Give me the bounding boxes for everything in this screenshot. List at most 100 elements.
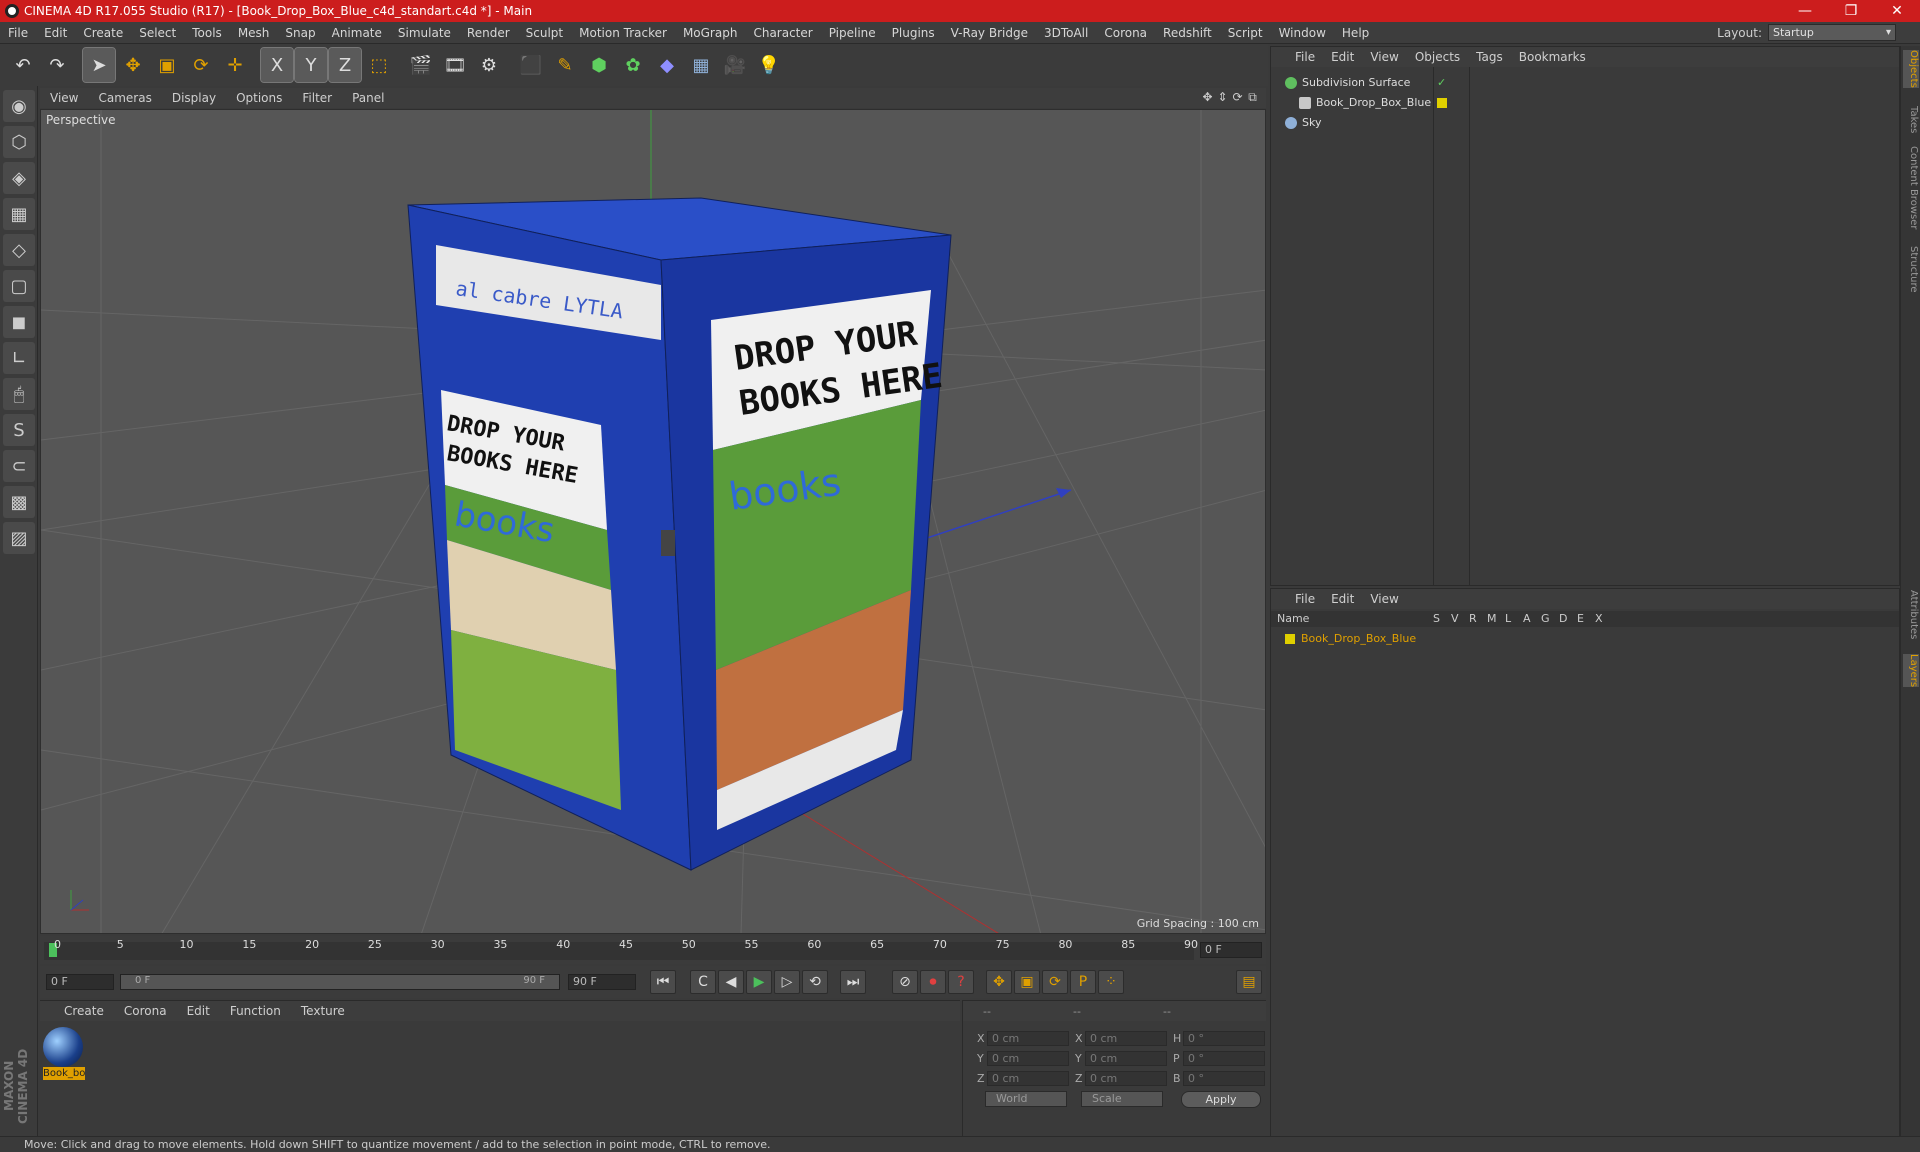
make-editable-icon[interactable]: ◉ xyxy=(3,90,35,122)
menu-file[interactable]: File xyxy=(0,22,36,44)
mograph-array-icon[interactable]: ✿ xyxy=(617,48,649,82)
restore-button[interactable]: ❐ xyxy=(1828,0,1874,22)
key-pla-icon[interactable]: ⁘ xyxy=(1098,970,1124,994)
rot-h-field[interactable]: 0 ° xyxy=(1183,1031,1265,1046)
edges-mode-icon[interactable]: ▢ xyxy=(3,270,35,302)
axis-z-button[interactable]: Z xyxy=(328,47,362,83)
model-mode-icon[interactable]: ⬡ xyxy=(3,126,35,158)
deformer-icon[interactable]: ◆ xyxy=(651,48,683,82)
material-menu-create[interactable]: Create xyxy=(54,1004,114,1018)
zoom-icon[interactable]: ⇕ xyxy=(1215,90,1230,105)
menu-vray-bridge[interactable]: V-Ray Bridge xyxy=(943,22,1036,44)
cube-primitive-icon[interactable]: ⬛ xyxy=(515,48,547,82)
coord-mode-dropdown[interactable]: World xyxy=(985,1091,1067,1107)
lock-workplane-icon[interactable]: ▩ xyxy=(3,486,35,518)
axis-y-button[interactable]: Y xyxy=(294,47,328,83)
toggle-view-icon[interactable]: ⧉ xyxy=(1245,90,1260,105)
axis-x-button[interactable]: X xyxy=(260,47,294,83)
layout-dropdown[interactable]: Startup xyxy=(1768,24,1896,41)
subdivision-nurbs-icon[interactable]: ⬢ xyxy=(583,48,615,82)
pos-y-field[interactable]: 0 cm xyxy=(987,1051,1069,1066)
size-z-field[interactable]: 0 cm xyxy=(1085,1071,1167,1086)
key-parameter-icon[interactable]: P xyxy=(1070,970,1096,994)
layers-menu-edit[interactable]: Edit xyxy=(1323,592,1362,606)
rot-b-field[interactable]: 0 ° xyxy=(1183,1071,1265,1086)
objects-menu-tags[interactable]: Tags xyxy=(1468,50,1511,64)
record-keys-icon[interactable]: ⏺ xyxy=(920,970,946,994)
solo-mode-icon[interactable]: S xyxy=(3,414,35,446)
3d-viewport[interactable]: al cabre LYTLA DROP YOUR BOOKS HERE DROP… xyxy=(40,109,1266,934)
redo-icon[interactable]: ↷ xyxy=(41,48,73,82)
layers-menu-view[interactable]: View xyxy=(1362,592,1406,606)
tab-takes[interactable]: Takes xyxy=(1903,106,1919,133)
tab-layers[interactable]: Layers xyxy=(1903,654,1919,688)
material-swatch[interactable]: Book_bo xyxy=(43,1027,85,1081)
layers-menu-file[interactable]: File xyxy=(1287,592,1323,606)
object-row-book-drop-box[interactable]: Book_Drop_Box_Blue xyxy=(1271,93,1891,112)
axis-mode-icon[interactable]: ∟ xyxy=(3,342,35,374)
key-rotation-icon[interactable]: ⟳ xyxy=(1042,970,1068,994)
render-settings-icon[interactable]: ⚙ xyxy=(473,48,505,82)
menu-snap[interactable]: Snap xyxy=(277,22,323,44)
menu-select[interactable]: Select xyxy=(131,22,184,44)
pos-x-field[interactable]: 0 cm xyxy=(987,1031,1069,1046)
size-x-field[interactable]: 0 cm xyxy=(1085,1031,1167,1046)
menu-script[interactable]: Script xyxy=(1220,22,1271,44)
viewport-menu-view[interactable]: View xyxy=(40,91,88,105)
key-position-icon[interactable]: ✥ xyxy=(986,970,1012,994)
loop-icon[interactable]: ⟲ xyxy=(802,970,828,994)
objects-menu-edit[interactable]: Edit xyxy=(1323,50,1362,64)
layer-row[interactable]: Book_Drop_Box_Blue xyxy=(1271,629,1891,648)
menu-corona[interactable]: Corona xyxy=(1096,22,1155,44)
scale-tool-icon[interactable]: ▣ xyxy=(151,48,183,82)
menu-character[interactable]: Character xyxy=(745,22,820,44)
next-frame-icon[interactable]: ▷ xyxy=(774,970,800,994)
menu-window[interactable]: Window xyxy=(1271,22,1334,44)
timeline-window-icon[interactable]: ▤ xyxy=(1236,970,1262,994)
tweak-mode-icon[interactable]: 🖱 xyxy=(3,378,35,410)
rotate-tool-icon[interactable]: ⟳ xyxy=(185,48,217,82)
menu-sculpt[interactable]: Sculpt xyxy=(518,22,571,44)
autokey-icon[interactable]: ? xyxy=(948,970,974,994)
menu-mograph[interactable]: MoGraph xyxy=(675,22,746,44)
menu-edit[interactable]: Edit xyxy=(36,22,75,44)
key-scale-icon[interactable]: ▣ xyxy=(1014,970,1040,994)
menu-help[interactable]: Help xyxy=(1334,22,1377,44)
snap-icon[interactable]: ⊂ xyxy=(3,450,35,482)
move-tool-icon[interactable]: ✥ xyxy=(117,48,149,82)
objects-menu-bookmarks[interactable]: Bookmarks xyxy=(1511,50,1594,64)
object-row-subdivision-surface[interactable]: Subdivision Surface ✓ xyxy=(1271,73,1891,92)
texture-mode-icon[interactable]: ◈ xyxy=(3,162,35,194)
menu-mesh[interactable]: Mesh xyxy=(230,22,278,44)
enabled-check-icon[interactable]: ✓ xyxy=(1437,76,1446,89)
place-tool-icon[interactable]: ✛ xyxy=(219,48,251,82)
menu-pipeline[interactable]: Pipeline xyxy=(821,22,884,44)
previous-key-icon[interactable]: C xyxy=(690,970,716,994)
coordinate-system-icon[interactable]: ⬚ xyxy=(363,48,395,82)
previous-frame-icon[interactable]: ◀ xyxy=(718,970,744,994)
select-tool-icon[interactable]: ➤ xyxy=(82,47,116,83)
viewport-menu-options[interactable]: Options xyxy=(226,91,292,105)
size-y-field[interactable]: 0 cm xyxy=(1085,1051,1167,1066)
viewport-menu-display[interactable]: Display xyxy=(162,91,226,105)
play-icon[interactable]: ▶ xyxy=(746,970,772,994)
menu-3dtoall[interactable]: 3DToAll xyxy=(1036,22,1096,44)
close-button[interactable]: ✕ xyxy=(1874,0,1920,22)
viewport-menu-panel[interactable]: Panel xyxy=(342,91,394,105)
go-to-end-icon[interactable]: ⏭ xyxy=(840,970,866,994)
tab-attributes[interactable]: Attributes xyxy=(1903,590,1919,639)
render-view-icon[interactable]: 🎬 xyxy=(405,48,437,82)
polygons-mode-icon[interactable]: ◼ xyxy=(3,306,35,338)
menu-create[interactable]: Create xyxy=(75,22,131,44)
material-menu-edit[interactable]: Edit xyxy=(177,1004,220,1018)
objects-menu-file[interactable]: File xyxy=(1287,50,1323,64)
menu-plugins[interactable]: Plugins xyxy=(884,22,943,44)
object-row-sky[interactable]: Sky xyxy=(1271,113,1891,132)
viewport-menu-filter[interactable]: Filter xyxy=(292,91,342,105)
viewport-menu-cameras[interactable]: Cameras xyxy=(88,91,161,105)
tab-objects[interactable]: Objects xyxy=(1903,50,1919,88)
pen-spline-icon[interactable]: ✎ xyxy=(549,48,581,82)
points-mode-icon[interactable]: ◇ xyxy=(3,234,35,266)
planar-workplane-icon[interactable]: ▨ xyxy=(3,522,35,554)
minimize-button[interactable]: — xyxy=(1782,0,1828,22)
